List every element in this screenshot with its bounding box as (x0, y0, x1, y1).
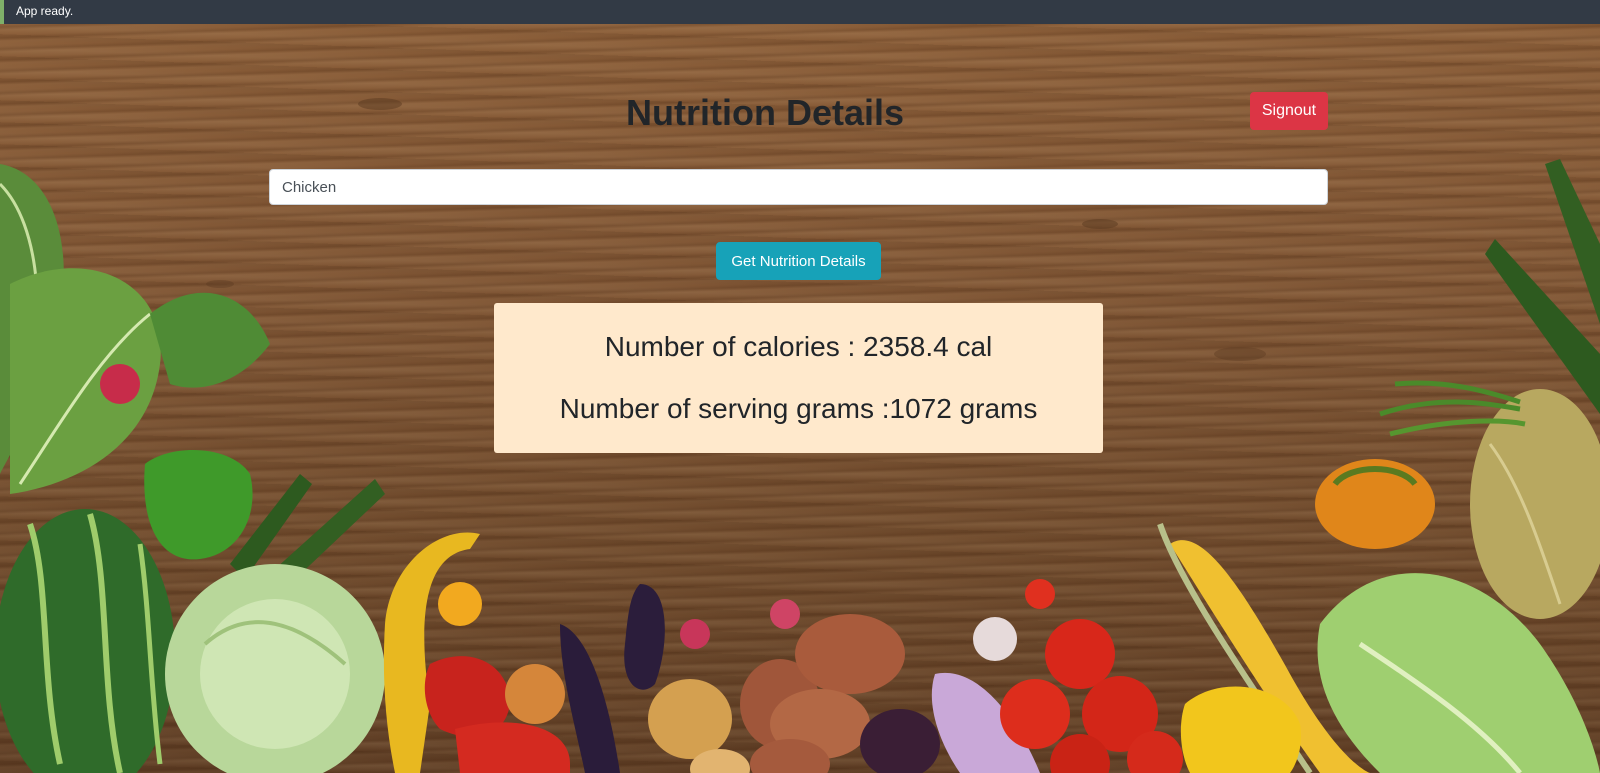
status-message: App ready. (16, 4, 74, 18)
food-search-input[interactable] (269, 169, 1328, 205)
nutrition-result-card: Number of calories : 2358.4 cal Number o… (494, 303, 1103, 453)
calories-result: Number of calories : 2358.4 cal (604, 331, 993, 362)
get-nutrition-details-button[interactable]: Get Nutrition Details (716, 242, 881, 280)
page-title: Nutrition Details (626, 92, 905, 133)
status-bar: App ready. (0, 0, 1600, 24)
signout-button[interactable]: Signout (1250, 92, 1328, 130)
serving-grams-result: Number of serving grams :1072 grams (559, 393, 1038, 424)
